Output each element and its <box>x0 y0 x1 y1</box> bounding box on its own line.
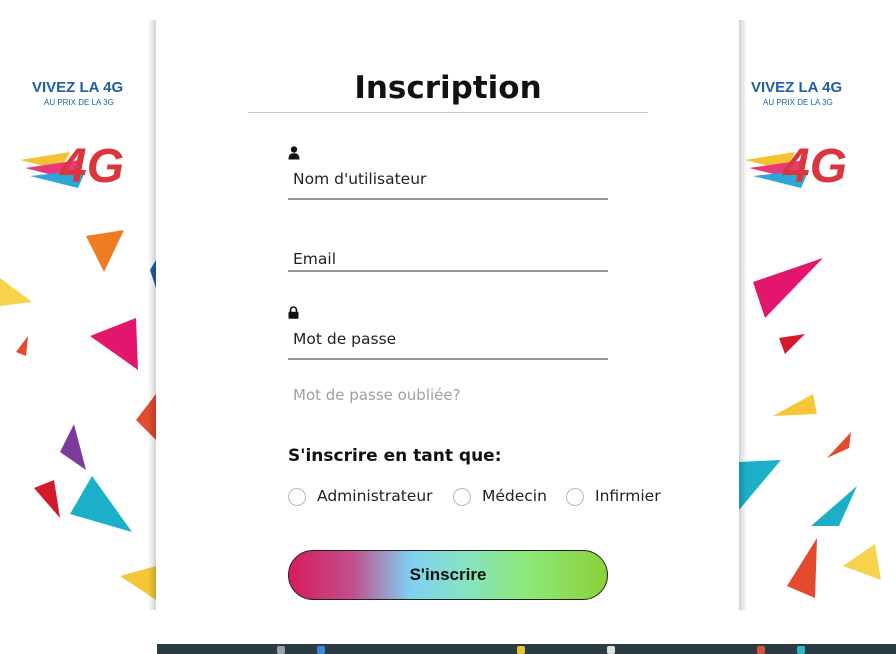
password-underline <box>288 358 608 360</box>
banner-subline-right: AU PRIX DE LA 3G <box>763 98 833 107</box>
forgot-password-link[interactable]: Mot de passe oubliée? <box>293 386 461 404</box>
taskbar-app-icon[interactable] <box>797 646 805 654</box>
email-label: Email <box>293 250 337 268</box>
os-taskbar <box>157 644 896 654</box>
taskbar-app-icon[interactable] <box>277 646 285 654</box>
page-title: Inscription <box>354 70 542 106</box>
banner-headline-right: VIVEZ LA 4G <box>751 79 842 96</box>
signup-submit-button[interactable]: S'inscrire <box>288 550 608 600</box>
password-field[interactable]: Mot de passe <box>288 302 608 362</box>
taskbar-app-icon[interactable] <box>607 646 615 654</box>
banner-headline: VIVEZ LA 4G <box>32 79 123 96</box>
radio-administrateur[interactable] <box>288 488 306 506</box>
left-banner-graphic: VIVEZ LA 4G AU PRIX DE LA 3G 4G <box>0 79 156 600</box>
right-banner-graphic: VIVEZ LA 4G AU PRIX DE LA 3G 4G <box>739 79 881 598</box>
radio-infirmier[interactable] <box>566 488 584 506</box>
left-ad-banner: VIVEZ LA 4G AU PRIX DE LA 3G 4G <box>0 20 156 610</box>
banner-logo-4g-right: 4G <box>782 140 847 193</box>
taskbar-app-icon[interactable] <box>517 646 525 654</box>
signup-card: Inscription Nom d'utilisateur Email Mot … <box>158 20 738 610</box>
banner-subline: AU PRIX DE LA 3G <box>44 98 114 107</box>
role-heading: S'inscrire en tant que: <box>288 446 502 466</box>
lock-icon <box>288 304 300 319</box>
email-underline <box>288 270 608 272</box>
right-ad-banner: VIVEZ LA 4G AU PRIX DE LA 3G 4G <box>739 20 896 610</box>
email-field[interactable]: Email <box>288 230 608 274</box>
username-label: Nom d'utilisateur <box>293 170 427 188</box>
username-underline <box>288 198 608 200</box>
user-icon <box>288 145 300 160</box>
taskbar-app-icon[interactable] <box>757 646 765 654</box>
username-field[interactable]: Nom d'utilisateur <box>288 140 608 202</box>
taskbar-app-icon[interactable] <box>317 646 325 654</box>
banner-logo-4g: 4G <box>59 140 124 193</box>
role-label-medecin: Médecin <box>482 487 547 505</box>
role-label-administrateur: Administrateur <box>317 487 433 505</box>
title-divider <box>248 112 648 113</box>
password-label: Mot de passe <box>293 330 397 348</box>
role-label-infirmier: Infirmier <box>595 487 661 505</box>
radio-medecin[interactable] <box>453 488 471 506</box>
